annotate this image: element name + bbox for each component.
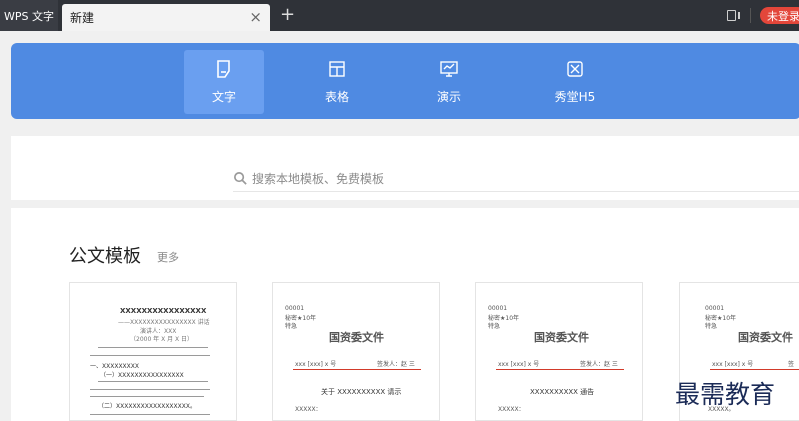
title-separator <box>750 8 751 23</box>
preview-subtitle: ——XXXXXXXXXXXXXXXX 讲话 <box>118 319 210 326</box>
document-tab[interactable]: 新建 × <box>62 4 270 31</box>
window-mode-icon[interactable] <box>727 10 740 21</box>
category-label: 演示 <box>436 90 461 104</box>
preview-header: 国资委文件 <box>329 331 384 344</box>
preview-urgency: 特急 <box>285 323 298 330</box>
close-tab-icon[interactable]: × <box>249 8 262 26</box>
preview-signer: 签发人：赵 三 <box>580 361 618 368</box>
tab-label: 新建 <box>70 11 95 25</box>
search-icon <box>234 172 247 185</box>
h5-icon <box>567 61 583 77</box>
preview-code: 00001 <box>705 305 725 312</box>
preview-urgency: 特急 <box>488 323 501 330</box>
preview-date: （2000 年 X 月 X 日） <box>130 336 194 343</box>
login-button[interactable]: 未登录 <box>760 7 799 24</box>
preview-docno: xxx [xxx] x 号 <box>712 361 754 368</box>
watermark-text: 最需教育 <box>675 380 776 409</box>
category-presentation[interactable]: 演示 <box>409 50 489 114</box>
table-icon <box>329 61 345 77</box>
document-icon <box>217 60 230 78</box>
template-preview: XXXXXXXXXXXXXXXX ——XXXXXXXXXXXXXXXX 讲话 演… <box>70 283 236 420</box>
preview-code: 00001 <box>285 305 305 312</box>
preview-recipient: XXXXX： <box>295 406 322 413</box>
preview-signer: 签发人：赵 三 <box>377 361 415 368</box>
category-text[interactable]: 文字 <box>184 50 264 114</box>
title-bar: WPS 文字 新建 × + 未登录 <box>0 0 799 31</box>
presentation-icon <box>440 61 458 77</box>
preview-recipient: XXXXX： <box>498 406 525 413</box>
category-label: 秀堂H5 <box>554 90 596 104</box>
template-card[interactable]: XXXXXXXXXXXXXXXX ——XXXXXXXXXXXXXXXX 讲话 演… <box>69 282 237 421</box>
category-label: 文字 <box>211 90 236 104</box>
search-input[interactable] <box>252 171 772 186</box>
preview-signer: 签 <box>788 361 795 368</box>
preview-title: XXXXXXXXXXXXXXXX <box>120 307 207 315</box>
search-panel <box>11 136 799 200</box>
new-document-page: 文字 表格 演示 秀堂H5 公文模板 更多 XXXXXXXXXXXXXXXX —… <box>0 31 799 421</box>
preview-doc-title: XXXXXXXXXX 通告 <box>530 388 595 396</box>
preview-header: 国资委文件 <box>738 331 793 344</box>
template-preview: 00001 秘密★10年 特急 国资委文件 xxx [xxx] x 号 签发人：… <box>273 283 439 420</box>
preview-item: （一）XXXXXXXXXXXXXXXX <box>100 372 184 379</box>
preview-header: 国资委文件 <box>534 331 589 344</box>
section-title: 公文模板 <box>69 246 141 267</box>
category-h5[interactable]: 秀堂H5 <box>535 50 615 114</box>
template-card[interactable]: 00001 秘密★10年 特急 国资委文件 xxx [xxx] x 号 签发人：… <box>475 282 643 421</box>
category-label: 表格 <box>324 90 349 104</box>
preview-urgency: 特急 <box>705 323 718 330</box>
preview-doc-title: 关于 XXXXXXXXXX 请示 <box>321 388 402 396</box>
preview-docno: xxx [xxx] x 号 <box>295 361 337 368</box>
add-tab-icon[interactable]: + <box>280 4 295 25</box>
template-card[interactable]: 00001 秘密★10年 特急 国资委文件 xxx [xxx] x 号 签发人：… <box>272 282 440 421</box>
template-search[interactable] <box>233 166 799 192</box>
preview-item: （二）XXXXXXXXXXXXXXXXXX。 <box>98 403 196 410</box>
preview-section: 一、XXXXXXXXX <box>90 363 139 370</box>
category-banner: 文字 表格 演示 秀堂H5 <box>11 43 799 119</box>
app-menu-tab[interactable]: WPS 文字 <box>0 0 58 31</box>
template-preview: 00001 秘密★10年 特急 国资委文件 xxx [xxx] x 号 签发人：… <box>476 283 642 420</box>
preview-code: 00001 <box>488 305 508 312</box>
category-spreadsheet[interactable]: 表格 <box>297 50 377 114</box>
more-link[interactable]: 更多 <box>157 249 179 265</box>
preview-docno: xxx [xxx] x 号 <box>498 361 540 368</box>
